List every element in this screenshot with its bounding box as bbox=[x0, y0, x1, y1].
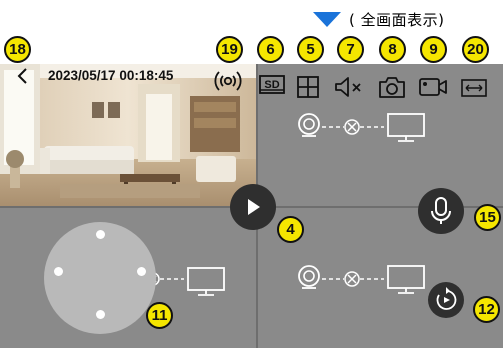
ptz-right-dot[interactable] bbox=[137, 267, 146, 276]
sd-quality-button[interactable]: SD bbox=[258, 72, 286, 98]
live-timestamp: 2023/05/17 00:18:45 bbox=[48, 68, 174, 83]
callout-5: 5 bbox=[297, 36, 324, 63]
grid-icon bbox=[297, 76, 319, 98]
ptz-up-dot[interactable] bbox=[96, 230, 105, 239]
sd-icon: SD bbox=[259, 75, 285, 94]
split-view-button[interactable] bbox=[294, 74, 322, 100]
speaker-muted-icon bbox=[335, 77, 361, 97]
signal-icon bbox=[214, 71, 242, 91]
disconnected-x-icon bbox=[344, 271, 360, 287]
monitor-icon bbox=[387, 265, 425, 294]
callout-9: 9 bbox=[420, 36, 447, 63]
caption-text: ( 全画面表示) bbox=[349, 10, 445, 29]
caption-arrow-icon bbox=[313, 11, 341, 27]
callout-11: 11 bbox=[146, 302, 173, 329]
snapshot-button[interactable] bbox=[377, 74, 405, 100]
fit-screen-button[interactable] bbox=[459, 76, 487, 102]
camera-icon bbox=[379, 77, 405, 98]
mute-button[interactable] bbox=[333, 74, 361, 100]
callout-19: 19 bbox=[216, 36, 243, 63]
video-record-icon bbox=[419, 78, 447, 96]
callout-20: 20 bbox=[462, 36, 489, 63]
sd-label: SD bbox=[264, 79, 279, 91]
callout-18: 18 bbox=[4, 36, 31, 63]
talk-button[interactable] bbox=[418, 188, 464, 234]
play-button[interactable] bbox=[230, 184, 276, 230]
connection-status-bottom-right bbox=[298, 265, 425, 294]
ptz-left-dot[interactable] bbox=[54, 267, 63, 276]
ptz-down-dot[interactable] bbox=[96, 310, 105, 319]
microphone-icon bbox=[431, 197, 451, 224]
rotate-icon bbox=[436, 287, 457, 310]
fullscreen-caption: ( 全画面表示) bbox=[313, 4, 444, 34]
callout-15: 15 bbox=[474, 204, 501, 231]
callout-7: 7 bbox=[337, 36, 364, 63]
callout-6: 6 bbox=[257, 36, 284, 63]
camera-device-icon bbox=[298, 113, 320, 137]
disconnected-x-icon bbox=[344, 119, 360, 135]
rotate-button[interactable] bbox=[428, 282, 464, 318]
fit-screen-icon bbox=[461, 79, 487, 97]
callout-4: 4 bbox=[277, 216, 304, 243]
connection-status-bottom-left bbox=[146, 267, 225, 296]
connection-status-top-right bbox=[298, 113, 425, 142]
ptz-joystick[interactable] bbox=[44, 222, 156, 334]
monitor-icon bbox=[387, 113, 425, 142]
camera-device-icon bbox=[298, 265, 320, 289]
play-icon bbox=[248, 199, 260, 215]
callout-12: 12 bbox=[473, 296, 500, 323]
monitor-icon bbox=[187, 267, 225, 296]
record-button[interactable] bbox=[418, 74, 447, 100]
callout-8: 8 bbox=[379, 36, 406, 63]
chevron-left-icon[interactable] bbox=[14, 66, 32, 86]
